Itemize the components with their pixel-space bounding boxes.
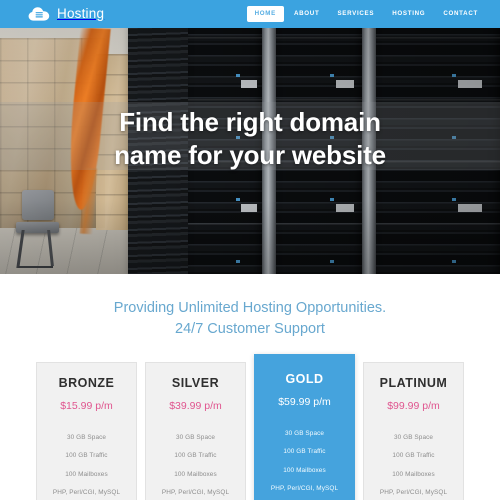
hero-title: Find the right domain name for your webs… — [24, 106, 476, 172]
brand-name: Hosting — [57, 6, 105, 22]
hero-banner: Find the right domain name for your webs… — [0, 28, 500, 274]
plan-feature: PHP, Perl/CGI, MySQL — [379, 489, 448, 497]
plan-name: BRONZE — [58, 376, 115, 391]
plan-feature: 100 GB Traffic — [174, 452, 217, 460]
hero-title-line-2: name for your website — [114, 139, 386, 170]
plan-feature: 30 GB Space — [284, 430, 325, 438]
plan-price: $39.99 p/m — [169, 399, 222, 412]
plan-price: $15.99 p/m — [60, 399, 113, 412]
plan-feature: 100 GB Traffic — [283, 448, 326, 456]
brand-logo-link[interactable]: Hosting — [28, 6, 104, 22]
plan-feature: 100 GB Traffic — [392, 452, 435, 460]
nav-item-hosting[interactable]: HOSTING — [384, 6, 433, 22]
plan-feature: 100 Mailboxes — [283, 466, 326, 474]
plan-feature: 30 GB Space — [66, 434, 107, 442]
plan-feature: 100 Mailboxes — [392, 470, 435, 478]
plan-features: 30 GB Space 100 GB Traffic 100 Mailboxes… — [261, 425, 348, 499]
pricing-card-gold[interactable]: GOLD $59.99 p/m 30 GB Space 100 GB Traff… — [254, 354, 355, 500]
plan-feature: PHP, Perl/CGI, MySQL — [161, 489, 230, 497]
plan-feature: 100 Mailboxes — [174, 470, 217, 478]
tagline: Providing Unlimited Hosting Opportunitie… — [20, 298, 480, 340]
hero-copy: Find the right domain name for your webs… — [0, 106, 500, 172]
plan-features: 30 GB Space 100 GB Traffic 100 Mailboxes… — [152, 429, 239, 500]
tagline-line-1: Providing Unlimited Hosting Opportunitie… — [113, 300, 387, 316]
nav-item-contact[interactable]: CONTACT — [435, 6, 486, 22]
pricing-card-silver[interactable]: SILVER $39.99 p/m 30 GB Space 100 GB Tra… — [145, 362, 246, 500]
plan-name: GOLD — [285, 372, 324, 387]
nav-item-home[interactable]: HOME — [246, 5, 284, 23]
plan-feature: 100 Mailboxes — [65, 470, 108, 478]
plan-features: 30 GB Space 100 GB Traffic 100 Mailboxes… — [370, 429, 457, 500]
main-nav: HOME ABOUT SERVICES HOSTING CONTACT — [246, 5, 486, 23]
plan-price: $99.99 p/m — [387, 399, 440, 412]
pricing-card-bronze[interactable]: BRONZE $15.99 p/m 30 GB Space 100 GB Tra… — [36, 362, 137, 500]
nav-item-about[interactable]: ABOUT — [286, 6, 328, 22]
cloud-server-icon — [28, 6, 50, 22]
plan-price: $59.99 p/m — [278, 395, 331, 408]
plan-feature: 30 GB Space — [393, 434, 434, 442]
tagline-section: Providing Unlimited Hosting Opportunitie… — [0, 274, 500, 355]
plan-feature: PHP, Perl/CGI, MySQL — [270, 485, 339, 493]
pricing-card-platinum[interactable]: PLATINUM $99.99 p/m 30 GB Space 100 GB T… — [363, 362, 464, 500]
plan-feature: PHP, Perl/CGI, MySQL — [52, 489, 121, 497]
site-header: Hosting HOME ABOUT SERVICES HOSTING CONT… — [0, 0, 500, 28]
pricing-table: BRONZE $15.99 p/m 30 GB Space 100 GB Tra… — [0, 354, 500, 500]
plan-feature: 100 GB Traffic — [65, 452, 108, 460]
plan-name: PLATINUM — [379, 376, 448, 391]
page-root: Hosting HOME ABOUT SERVICES HOSTING CONT… — [0, 0, 500, 500]
plan-name: SILVER — [171, 376, 220, 391]
plan-features: 30 GB Space 100 GB Traffic 100 Mailboxes… — [43, 429, 130, 500]
hero-title-line-1: Find the right domain — [119, 107, 381, 137]
tagline-line-2: 24/7 Customer Support — [175, 321, 325, 338]
nav-item-services[interactable]: SERVICES — [329, 6, 382, 22]
plan-feature: 30 GB Space — [175, 434, 216, 442]
